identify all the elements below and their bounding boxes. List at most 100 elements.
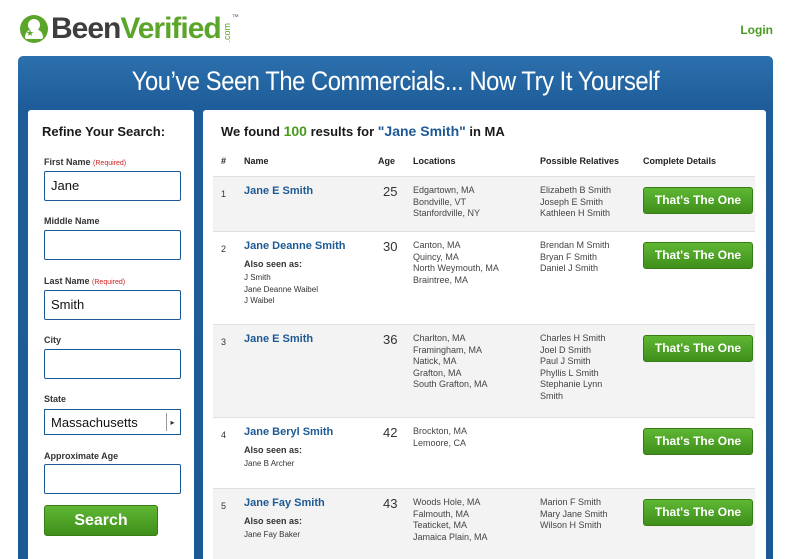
first-name-label: First Name (Required) bbox=[44, 157, 126, 167]
relative-item: Joel D Smith bbox=[540, 344, 592, 355]
result-number: 5 bbox=[221, 501, 227, 511]
relatives-list: Elizabeth B Smith Joseph E Smith Kathleen … bbox=[540, 185, 611, 220]
result-number: 4 bbox=[221, 430, 227, 440]
beenverified-logo[interactable]: ★ Been Verified .com ™ bbox=[20, 12, 239, 46]
relative-item: Smith bbox=[540, 390, 564, 401]
alias-item: Jane Fay Baker bbox=[244, 530, 301, 539]
result-name-link[interactable]: Jane E Smith bbox=[244, 333, 313, 345]
result-age: 36 bbox=[383, 332, 398, 347]
location-item: South Grafton, MA bbox=[413, 379, 488, 389]
thats-the-one-button[interactable]: That's The One bbox=[643, 335, 753, 362]
state-label: State bbox=[44, 394, 67, 404]
location-item: Charlton, MA bbox=[413, 333, 466, 343]
alias-item: J Waibel bbox=[244, 296, 275, 305]
relative-item: Stephanie Lynn bbox=[540, 379, 603, 389]
heading-text: in MA bbox=[469, 124, 505, 139]
person-badge-icon: ★ bbox=[20, 15, 48, 43]
locations-list: Charlton, MA Framingham, MA Natick, MA Graf… bbox=[413, 333, 488, 391]
column-header-name: Name bbox=[244, 156, 269, 166]
thats-the-one-button[interactable]: That's The One bbox=[643, 428, 753, 455]
state-select[interactable]: Massachusetts ▸ bbox=[44, 409, 181, 435]
result-name-link[interactable]: Jane Beryl Smith bbox=[244, 426, 333, 438]
result-number: 2 bbox=[221, 244, 227, 254]
last-name-input[interactable]: Smith bbox=[44, 290, 181, 320]
thats-the-one-button[interactable]: That's The One bbox=[643, 499, 753, 526]
location-item: Woods Hole, MA bbox=[413, 497, 481, 507]
alias-item: Jane Deanne Waibel bbox=[244, 284, 318, 294]
heading-text: results for bbox=[310, 124, 375, 139]
aliases-list: J Smith Jane Deanne Waibel J Waibel bbox=[244, 272, 318, 307]
results-panel: We found 100 results for "Jane Smith" in… bbox=[203, 110, 766, 559]
location-item: Lemoore, CA bbox=[413, 437, 467, 448]
middle-name-label: Middle Name bbox=[44, 216, 100, 226]
thats-the-one-button[interactable]: That's The One bbox=[643, 242, 753, 269]
search-button[interactable]: Search bbox=[44, 505, 158, 536]
location-item: Quincy, MA bbox=[413, 251, 459, 262]
location-item: Braintree, MA bbox=[413, 274, 469, 285]
required-marker: (Required) bbox=[93, 160, 127, 167]
result-age: 43 bbox=[383, 496, 398, 511]
middle-name-input[interactable] bbox=[44, 230, 181, 260]
relative-item: Brendan M Smith bbox=[540, 240, 610, 250]
logo-verified-text: Verified bbox=[120, 12, 221, 45]
location-item: Brockton, MA bbox=[413, 426, 468, 436]
dropdown-arrow-icon[interactable]: ▸ bbox=[166, 413, 178, 431]
relative-item: Wilson H Smith bbox=[540, 520, 602, 530]
result-name-link[interactable]: Jane Fay Smith bbox=[244, 497, 325, 509]
column-header-num: # bbox=[221, 156, 227, 166]
relative-item: Daniel J Smith bbox=[540, 263, 599, 273]
locations-list: Brockton, MA Lemoore, CA bbox=[413, 426, 467, 449]
login-link[interactable]: Login bbox=[740, 23, 773, 37]
last-name-label-text: Last Name bbox=[44, 276, 90, 286]
relative-item: Bryan F Smith bbox=[540, 251, 598, 262]
search-query: "Jane Smith" bbox=[377, 123, 466, 139]
required-marker: (Required) bbox=[92, 279, 126, 286]
result-number: 3 bbox=[221, 337, 227, 347]
relative-item: Charles H Smith bbox=[540, 333, 606, 343]
result-number: 1 bbox=[221, 189, 227, 199]
result-row: 2 Jane Deanne Smith Also seen as: J Smith Ja… bbox=[213, 231, 755, 324]
result-name-link[interactable]: Jane Deanne Smith bbox=[244, 240, 345, 252]
column-header-relatives: Possible Relatives bbox=[540, 156, 620, 166]
heading-text: We found bbox=[221, 124, 280, 139]
result-row: 3 Jane E Smith 36 Charlton, MA Framingham, M… bbox=[213, 324, 755, 417]
first-name-input[interactable]: Jane bbox=[44, 171, 181, 201]
relatives-list: Marion F Smith Mary Jane Smith Wilson H Sm… bbox=[540, 497, 608, 532]
thats-the-one-button[interactable]: That's The One bbox=[643, 187, 753, 214]
aliases-list: Jane B Archer bbox=[244, 458, 294, 470]
location-item: Stanfordville, NY bbox=[413, 208, 481, 218]
location-item: Grafton, MA bbox=[413, 367, 462, 378]
relatives-list: Brendan M Smith Bryan F Smith Daniel J Smi… bbox=[540, 240, 610, 275]
relative-item: Joseph E Smith bbox=[540, 196, 604, 207]
location-item: Natick, MA bbox=[413, 356, 457, 366]
result-age: 30 bbox=[383, 239, 398, 254]
location-item: Canton, MA bbox=[413, 240, 461, 250]
location-item: North Weymouth, MA bbox=[413, 263, 499, 273]
result-row: 4 Jane Beryl Smith Also seen as: Jane B Arc… bbox=[213, 417, 755, 488]
column-header-details: Complete Details bbox=[643, 156, 717, 166]
locations-list: Canton, MA Quincy, MA North Weymouth, MA Br… bbox=[413, 240, 499, 286]
trademark-symbol: ™ bbox=[231, 14, 239, 21]
column-header-locations: Locations bbox=[413, 156, 456, 166]
alias-item: J Smith bbox=[244, 273, 271, 282]
logo-com-text: .com bbox=[221, 23, 232, 43]
result-name-link[interactable]: Jane E Smith bbox=[244, 185, 313, 197]
relative-item: Kathleen H Smith bbox=[540, 208, 611, 218]
also-seen-label: Also seen as: bbox=[244, 259, 303, 269]
locations-list: Woods Hole, MA Falmouth, MA Teaticket, MA J… bbox=[413, 497, 488, 543]
location-item: Framingham, MA bbox=[413, 344, 483, 355]
alias-item: Jane B Archer bbox=[244, 459, 295, 468]
relatives-list: Charles H Smith Joel D Smith Paul J Smith P… bbox=[540, 333, 606, 402]
aliases-list: Jane Fay Baker bbox=[244, 529, 300, 541]
also-seen-label: Also seen as: bbox=[244, 445, 303, 455]
age-input[interactable] bbox=[44, 464, 181, 494]
location-item: Jamaica Plain, MA bbox=[413, 531, 488, 542]
result-age: 25 bbox=[383, 184, 398, 199]
locations-list: Edgartown, MA Bondville, VT Stanfordville,… bbox=[413, 185, 480, 220]
result-age: 42 bbox=[383, 425, 398, 440]
result-row: 5 Jane Fay Smith Also seen as: Jane Fay Bak… bbox=[213, 488, 755, 559]
column-header-age: Age bbox=[378, 156, 396, 166]
relative-item: Elizabeth B Smith bbox=[540, 185, 612, 195]
city-input[interactable] bbox=[44, 349, 181, 379]
refine-title: Refine Your Search: bbox=[42, 124, 166, 139]
